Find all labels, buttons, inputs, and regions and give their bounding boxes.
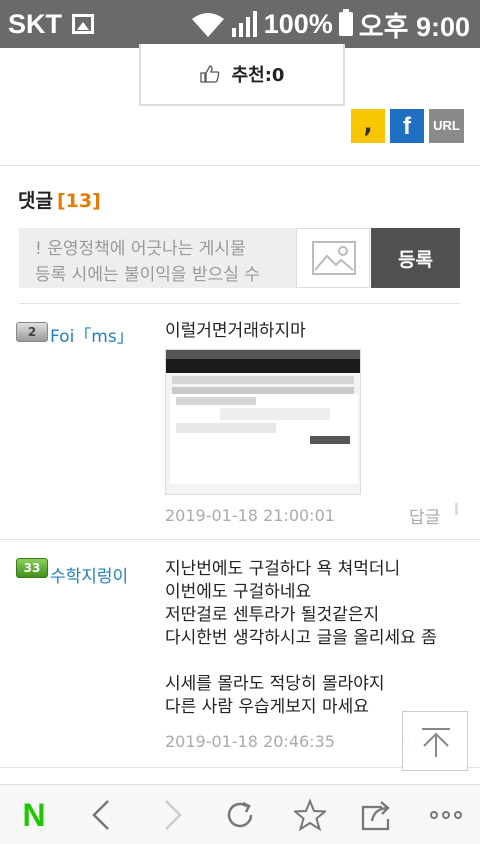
- forward-button[interactable]: [152, 795, 192, 835]
- comment-divider: [19, 303, 460, 304]
- comment-author[interactable]: Foi「ms」: [50, 322, 134, 347]
- arrow-up-icon: [422, 728, 450, 757]
- attach-image-button[interactable]: [296, 228, 370, 288]
- comment-divider: [0, 539, 480, 540]
- forward-icon: [165, 800, 182, 830]
- comment-input[interactable]: ! 운영정책에 어긋나는 게시물 등록 시에는 불이익을 받으실 수 있습니다.: [19, 228, 296, 288]
- facebook-icon: f: [403, 113, 411, 140]
- browser-toolbar: N: [0, 784, 480, 844]
- comments-count: [13]: [56, 190, 101, 212]
- back-icon: [92, 800, 109, 830]
- url-label: URL: [433, 118, 460, 133]
- level-badge: 33: [16, 558, 48, 578]
- bookmark-button[interactable]: [290, 795, 330, 835]
- comment-author[interactable]: 수학지렁이: [50, 562, 128, 587]
- comment-text: 이럴거면거래하지마: [165, 321, 306, 341]
- image-icon: [312, 241, 356, 275]
- recommend-label: 추천:0: [231, 65, 285, 86]
- battery-icon: [338, 9, 353, 36]
- share-button[interactable]: [357, 795, 397, 835]
- comment-date: 2019-01-18 21:00:01: [165, 506, 335, 525]
- comment-attached-image[interactable]: [165, 349, 361, 495]
- submit-comment-button[interactable]: 등록: [371, 228, 460, 288]
- refresh-icon: [227, 801, 253, 828]
- facebook-share-button[interactable]: f: [390, 109, 424, 143]
- status-bar: SKT 100% 오후 9:00: [0, 0, 480, 48]
- refresh-button[interactable]: [220, 795, 260, 835]
- battery-percent: 100%: [263, 8, 333, 39]
- clock: 오후 9:00: [358, 11, 470, 42]
- more-button[interactable]: [426, 795, 466, 835]
- reply-button[interactable]: 답글: [409, 503, 440, 528]
- kakao-share-button[interactable]: ,: [351, 109, 385, 143]
- more-icon: [430, 811, 462, 819]
- scroll-to-top-button[interactable]: [402, 711, 468, 771]
- comment-text: 지난번에도 구걸하다 욕 쳐먹더니 이번에도 구걸하네요 저딴걸로 센투라가 될…: [165, 559, 437, 717]
- wifi-icon: [191, 13, 224, 37]
- star-icon: [294, 799, 326, 831]
- back-button[interactable]: [82, 795, 122, 835]
- kakao-icon: ,: [363, 110, 373, 138]
- signal-icon: [231, 11, 257, 37]
- image-notification-icon: [72, 14, 94, 34]
- comments-title: 댓글: [18, 190, 53, 212]
- comments-heading: 댓글 [13]: [18, 186, 101, 213]
- carrier-label: SKT: [8, 8, 62, 39]
- submit-label: 등록: [398, 248, 433, 271]
- recommend-button[interactable]: 추천:0: [139, 44, 345, 106]
- share-icon: [361, 801, 390, 831]
- level-badge: 2: [16, 322, 48, 342]
- section-divider: [0, 165, 480, 166]
- naver-logo-icon[interactable]: N: [14, 795, 54, 835]
- thumbs-up-icon: [199, 65, 219, 83]
- url-copy-button[interactable]: URL: [429, 109, 464, 143]
- reply-divider: [455, 503, 458, 515]
- comment-date: 2019-01-18 20:46:35: [165, 732, 335, 751]
